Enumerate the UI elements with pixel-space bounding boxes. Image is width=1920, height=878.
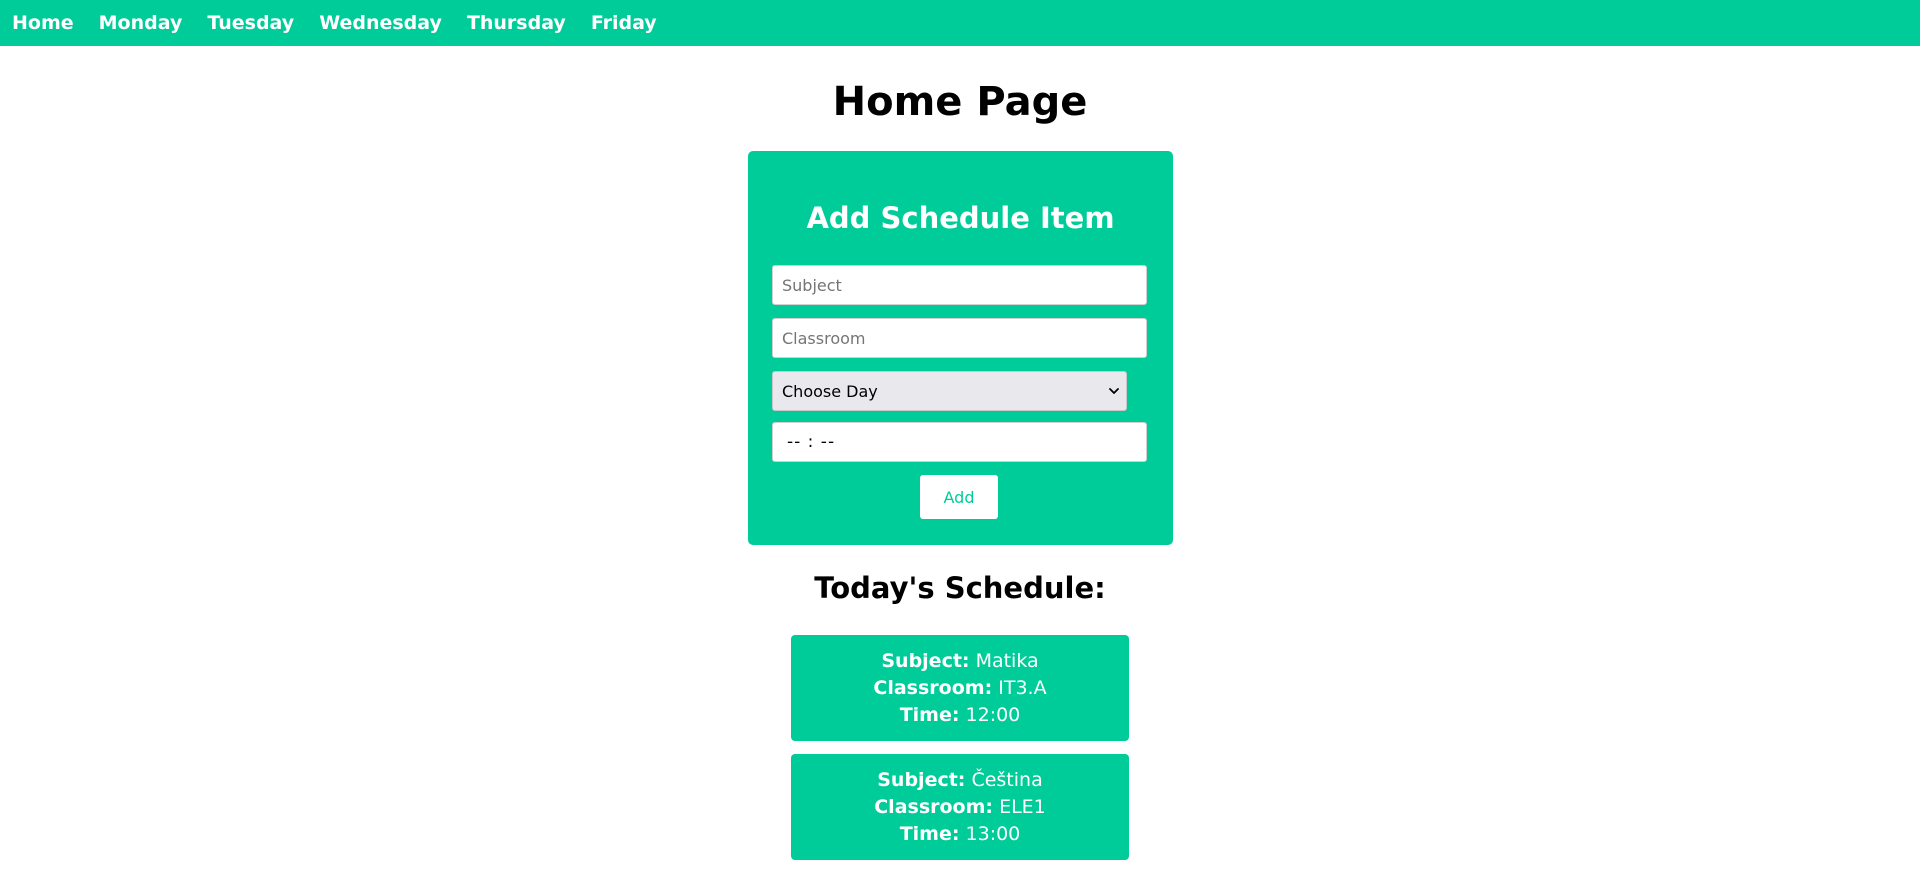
- nav-link-friday[interactable]: Friday: [591, 12, 657, 34]
- schedule-item-subject: Subject: Čeština: [791, 767, 1129, 794]
- nav-link-home[interactable]: Home: [12, 12, 74, 34]
- classroom-value: ELE1: [999, 796, 1046, 818]
- nav-link-wednesday[interactable]: Wednesday: [319, 12, 442, 34]
- top-navbar: Home Monday Tuesday Wednesday Thursday F…: [0, 0, 1920, 46]
- nav-link-tuesday[interactable]: Tuesday: [207, 12, 294, 34]
- day-select-value: Choose Day: [782, 381, 878, 401]
- schedule-item-classroom: Classroom: IT3.A: [791, 675, 1129, 702]
- classroom-value: IT3.A: [998, 677, 1047, 699]
- schedule-heading: Today's Schedule:: [814, 571, 1106, 605]
- schedule-item: Subject: Matika Classroom: IT3.A Time: 1…: [791, 635, 1129, 741]
- add-button[interactable]: Add: [920, 475, 998, 519]
- time-value: 13:00: [965, 823, 1021, 845]
- schedule-item-subject: Subject: Matika: [791, 648, 1129, 675]
- nav-link-monday[interactable]: Monday: [99, 12, 183, 34]
- time-label: Time:: [899, 704, 960, 726]
- schedule-item-time: Time: 12:00: [791, 702, 1129, 729]
- time-value: 12:00: [965, 704, 1021, 726]
- subject-value: Čeština: [971, 769, 1043, 791]
- form-title: Add Schedule Item: [806, 201, 1115, 235]
- classroom-input[interactable]: [772, 318, 1147, 358]
- nav-link-thursday[interactable]: Thursday: [467, 12, 566, 34]
- schedule-item-time: Time: 13:00: [791, 821, 1129, 848]
- day-select[interactable]: Choose Day: [772, 371, 1127, 411]
- schedule-item: Subject: Čeština Classroom: ELE1 Time: 1…: [791, 754, 1129, 860]
- schedule-item-classroom: Classroom: ELE1: [791, 794, 1129, 821]
- subject-label: Subject:: [881, 650, 970, 672]
- time-label: Time:: [899, 823, 960, 845]
- time-input-value: -- : --: [787, 432, 836, 452]
- time-input[interactable]: -- : --: [772, 422, 1147, 462]
- chevron-down-icon: [1108, 382, 1120, 401]
- classroom-label: Classroom:: [873, 677, 993, 699]
- subject-input[interactable]: [772, 265, 1147, 305]
- subject-label: Subject:: [877, 769, 966, 791]
- subject-value: Matika: [975, 650, 1039, 672]
- add-schedule-form: Add Schedule Item Choose Day -- : -- Add: [748, 151, 1173, 545]
- classroom-label: Classroom:: [874, 796, 994, 818]
- page-title: Home Page: [832, 79, 1088, 125]
